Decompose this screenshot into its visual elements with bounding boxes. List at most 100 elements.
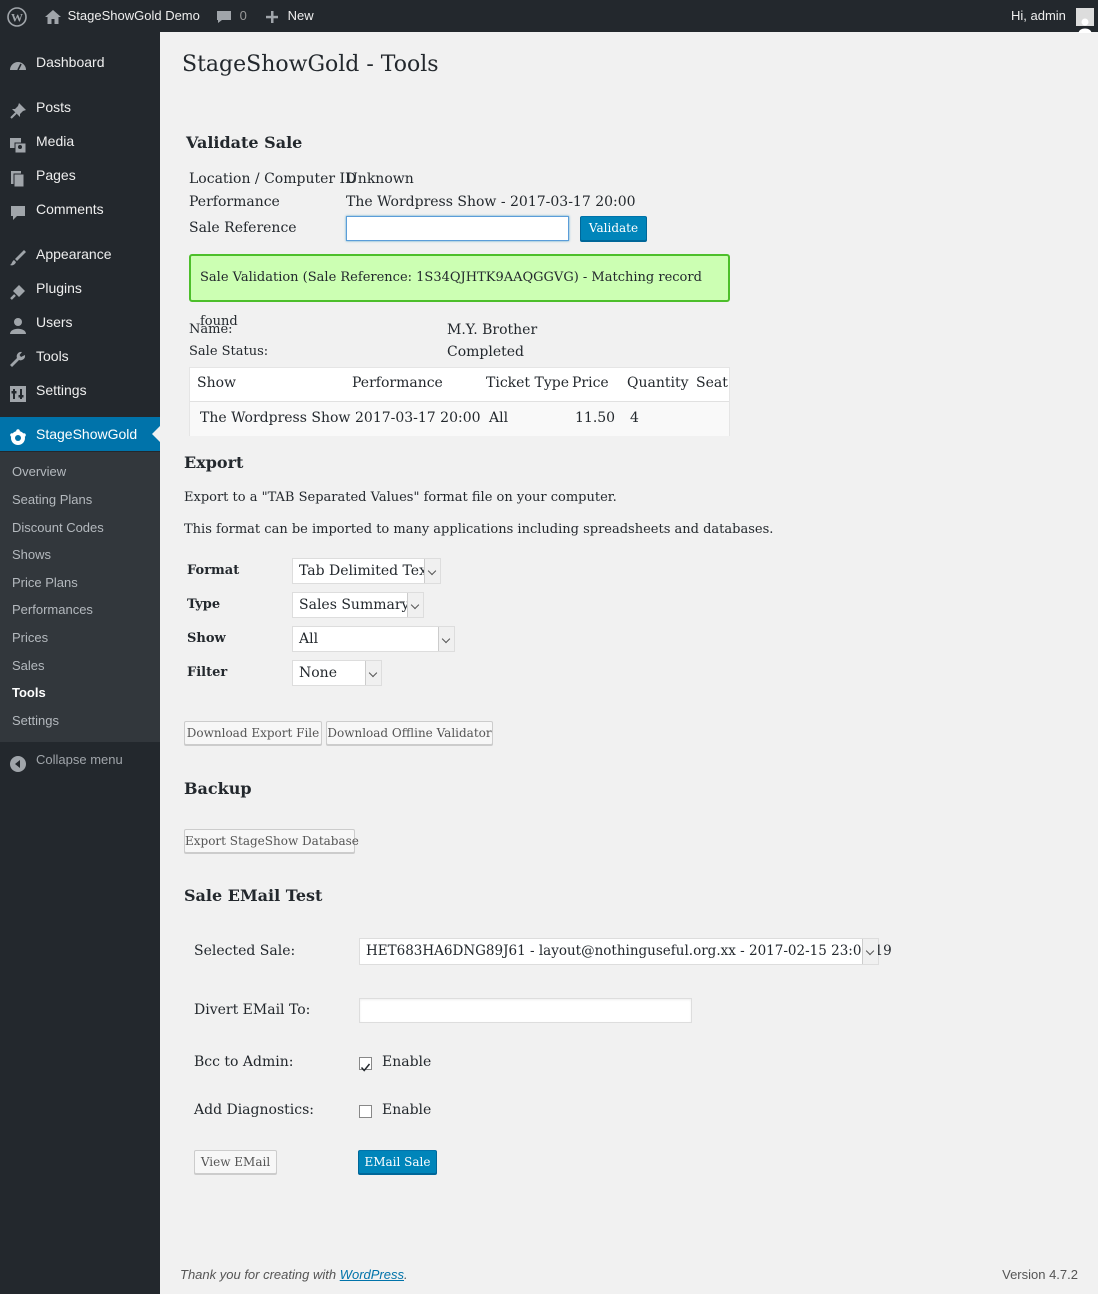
filter-label: Filter	[187, 665, 228, 680]
submenu-item-settings[interactable]: Settings	[12, 710, 59, 732]
validate-button[interactable]: Validate	[580, 216, 647, 241]
submenu-item-tools[interactable]: Tools	[12, 682, 46, 704]
submenu-item-performances[interactable]: Performances	[12, 599, 93, 621]
comments-count: 0	[239, 8, 247, 23]
cell-ticket-type: All	[489, 410, 509, 426]
show-select[interactable]: All	[292, 626, 455, 652]
submenu-item-shows[interactable]: Shows	[12, 544, 51, 566]
sale-status-label: Sale Status:	[189, 344, 269, 359]
media-icon	[9, 132, 27, 154]
sale-reference-input[interactable]	[346, 216, 569, 241]
sidebar-item-tools[interactable]: Tools	[0, 339, 160, 373]
sidebar-item-label: Plugins	[36, 280, 82, 296]
avatar	[1075, 7, 1094, 34]
divert-email-label: Divert EMail To:	[194, 1002, 311, 1018]
filter-select[interactable]: None	[292, 660, 382, 686]
chevron-down-icon	[424, 559, 440, 583]
view-email-button[interactable]: View EMail	[194, 1150, 277, 1174]
column-header-ticket-type: Ticket Type	[486, 375, 569, 391]
current-menu-arrow	[152, 426, 160, 442]
sale-reference-label: Sale Reference	[189, 220, 297, 236]
checkmark-icon	[360, 1063, 371, 1072]
submenu-item-price-plans[interactable]: Price Plans	[12, 572, 78, 594]
column-header-price: Price	[572, 375, 609, 391]
wordpress-logo-icon[interactable]: W	[7, 0, 27, 32]
cell-show: The Wordpress Show	[200, 410, 351, 426]
column-header-show: Show	[197, 375, 237, 391]
email-sale-button[interactable]: EMail Sale	[358, 1150, 437, 1174]
sidebar-item-media[interactable]: Media	[0, 124, 160, 158]
sidebar-item-label: Pages	[36, 167, 76, 183]
sale-details-table: Show Performance Ticket Type Price Quant…	[189, 367, 730, 436]
sidebar-item-dashboard[interactable]: Dashboard	[0, 45, 160, 79]
wordpress-link[interactable]: WordPress	[340, 1267, 404, 1282]
submenu-item-prices[interactable]: Prices	[12, 627, 48, 649]
stageshow-submenu: Overview Seating Plans Discount Codes Sh…	[0, 452, 160, 742]
download-export-file-button[interactable]: Download Export File	[184, 721, 322, 745]
format-selected-value: Tab Delimited Text	[299, 563, 433, 579]
divert-email-input[interactable]	[359, 998, 692, 1023]
submenu-item-overview[interactable]: Overview	[12, 461, 66, 483]
show-label: Show	[187, 631, 226, 646]
home-icon	[44, 8, 66, 24]
filter-selected-value: None	[299, 665, 337, 681]
download-offline-validator-button[interactable]: Download Offline Validator	[326, 721, 493, 745]
chevron-down-icon	[365, 661, 381, 685]
email-test-heading: Sale EMail Test	[184, 886, 323, 905]
type-select[interactable]: Sales Summary	[292, 592, 424, 618]
sidebar-item-label: Posts	[36, 99, 72, 115]
dashboard-icon	[9, 53, 27, 71]
export-description-2: This format can be imported to many appl…	[184, 522, 774, 537]
site-home-link[interactable]: StageShowGold Demo	[44, 0, 200, 32]
footer-version: Version 4.7.2	[1002, 1267, 1078, 1282]
sidebar-item-pages[interactable]: Pages	[0, 158, 160, 192]
sidebar-item-settings[interactable]: Settings	[0, 373, 160, 407]
comment-icon	[9, 200, 27, 220]
name-value: M.Y. Brother	[447, 322, 538, 338]
format-label: Format	[187, 563, 240, 578]
selected-sale-value: HET683HA6DNG89J61 - layout@nothinguseful…	[366, 943, 892, 959]
sidebar-item-stageshowgold[interactable]: StageShowGold	[0, 417, 160, 451]
greeting-text: Hi, admin	[1011, 8, 1066, 23]
column-header-performance: Performance	[352, 375, 443, 391]
location-label: Location / Computer ID	[189, 171, 357, 187]
collapse-menu-label: Collapse menu	[36, 752, 123, 767]
format-select[interactable]: Tab Delimited Text	[292, 558, 441, 584]
pushpin-icon	[9, 98, 27, 119]
comments-link[interactable]: 0	[215, 0, 247, 32]
account-menu[interactable]: Hi, admin	[1011, 0, 1094, 34]
sidebar-item-label: Settings	[36, 382, 87, 398]
sidebar-item-label: Users	[36, 314, 73, 330]
collapse-menu-button[interactable]: Collapse menu	[0, 743, 160, 777]
add-diagnostics-checkbox[interactable]	[359, 1105, 372, 1118]
sidebar-item-label: Comments	[36, 201, 104, 217]
plus-icon	[264, 8, 284, 23]
svg-text:W: W	[11, 10, 23, 24]
new-content-link[interactable]: New	[264, 0, 314, 32]
submenu-item-discount-codes[interactable]: Discount Codes	[12, 517, 104, 539]
sidebar-item-users[interactable]: Users	[0, 305, 160, 339]
bcc-enable-label: Enable	[382, 1054, 432, 1070]
submenu-item-seating-plans[interactable]: Seating Plans	[12, 489, 92, 511]
export-database-button[interactable]: Export StageShow Database	[184, 829, 359, 853]
export-heading: Export	[184, 453, 244, 472]
show-selected-value: All	[299, 631, 319, 647]
submenu-item-sales[interactable]: Sales	[12, 655, 45, 677]
bcc-admin-checkbox[interactable]	[359, 1057, 372, 1072]
column-header-seat: Seat	[696, 375, 728, 391]
sidebar-item-appearance[interactable]: Appearance	[0, 237, 160, 271]
sidebar-item-plugins[interactable]: Plugins	[0, 271, 160, 305]
cell-performance: 2017-03-17 20:00	[355, 410, 481, 426]
sidebar-item-label: Appearance	[36, 246, 112, 262]
validation-notice: Sale Validation (Sale Reference: 1S34QJH…	[189, 254, 730, 329]
sidebar-item-posts[interactable]: Posts	[0, 90, 160, 124]
table-row: The Wordpress Show 2017-03-17 20:00 All …	[190, 402, 729, 436]
selected-sale-label: Selected Sale:	[194, 943, 296, 959]
cell-quantity: 4	[630, 410, 639, 426]
validate-sale-heading: Validate Sale	[186, 133, 303, 152]
sidebar-item-comments[interactable]: Comments	[0, 192, 160, 226]
selected-sale-select[interactable]: HET683HA6DNG89J61 - layout@nothinguseful…	[359, 938, 892, 965]
footer-thanks-text: Thank you for creating with	[180, 1267, 340, 1282]
settings-icon	[9, 381, 27, 402]
pages-icon	[9, 166, 27, 188]
